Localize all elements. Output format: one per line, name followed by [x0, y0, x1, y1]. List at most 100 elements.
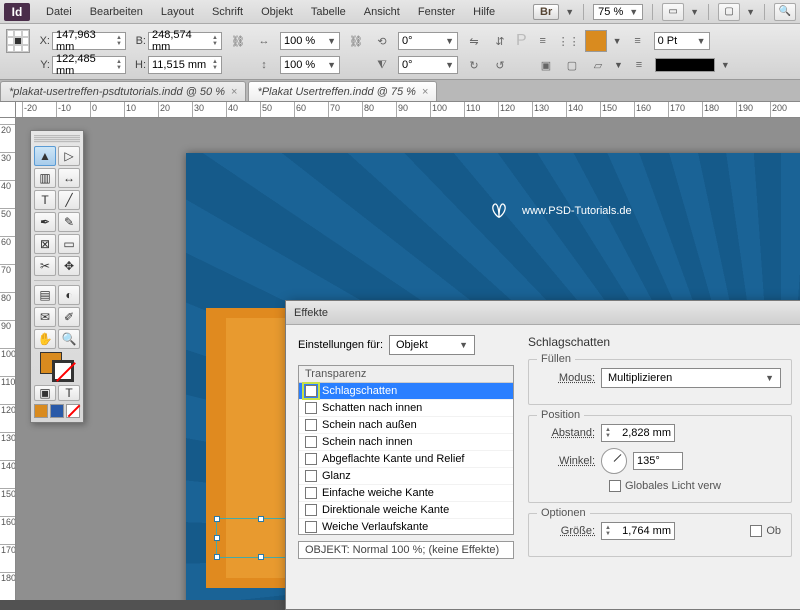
global-light-checkbox[interactable]: Globales Licht verw — [609, 480, 781, 492]
effect-weiche-verlaufskante[interactable]: Weiche Verlaufskante — [299, 519, 513, 535]
formatting-text-icon[interactable]: T — [58, 385, 80, 401]
checkbox[interactable] — [609, 480, 621, 492]
formatting-container-icon[interactable]: ▣ — [34, 385, 56, 401]
scale-x-input[interactable]: 100 %▼ — [280, 32, 340, 50]
effect-einfache-weiche-kante[interactable]: Einfache weiche Kante — [299, 485, 513, 502]
document-tab[interactable]: *plakat-usertreffen-psdtutorials.indd @ … — [0, 81, 246, 101]
close-icon[interactable]: × — [231, 86, 237, 98]
effect-glanz[interactable]: Glanz — [299, 468, 513, 485]
chevron-down-icon[interactable]: ▼ — [614, 60, 623, 70]
checkbox[interactable] — [750, 525, 762, 537]
rotate-input[interactable]: 0°▼ — [398, 32, 458, 50]
no-stroke-icon[interactable]: ▱ — [588, 56, 608, 74]
effect-schlagschatten[interactable]: Schlagschatten — [299, 383, 513, 400]
select-container-icon[interactable]: ▣ — [536, 56, 556, 74]
effects-list[interactable]: Transparenz Schlagschatten Schatten nach… — [298, 365, 514, 535]
app-logo[interactable]: Id — [4, 3, 30, 21]
stroke-color[interactable] — [52, 360, 74, 382]
effect-schatten-nach-innen[interactable]: Schatten nach innen — [299, 400, 513, 417]
rotate-ccw-icon[interactable]: ↺ — [490, 56, 510, 74]
effect-schein-nach-innen[interactable]: Schein nach innen — [299, 434, 513, 451]
direct-selection-tool[interactable]: ▷ — [58, 146, 80, 166]
w-input[interactable]: 248,574 mm▲▼ — [148, 32, 222, 50]
scissors-tool[interactable]: ✂ — [34, 256, 56, 276]
checkbox[interactable] — [305, 385, 317, 397]
chevron-down-icon[interactable]: ▼ — [721, 60, 730, 70]
search-icon[interactable]: 🔍 — [774, 3, 796, 21]
checkbox[interactable] — [305, 521, 317, 533]
view-mode-icon[interactable]: ▭ — [662, 3, 684, 21]
bridge-button[interactable]: Br — [533, 4, 559, 20]
page-tool[interactable]: ▥ — [34, 168, 56, 188]
checkbox[interactable] — [305, 504, 317, 516]
menu-hilfe[interactable]: Hilfe — [465, 3, 503, 21]
apply-gradient[interactable] — [50, 404, 64, 418]
link-icon[interactable]: ⛓ — [346, 32, 366, 50]
handle[interactable] — [258, 554, 264, 560]
distance-input[interactable]: ▲▼2,828 mm — [601, 424, 675, 442]
y-input[interactable]: 122,485 mm▲▼ — [52, 56, 126, 74]
stroke-weight-input[interactable]: 0 Pt▼ — [654, 32, 710, 50]
spinner-icon[interactable]: ▲▼ — [116, 35, 122, 47]
flip-h-icon[interactable]: ⇋ — [464, 32, 484, 50]
document-tab[interactable]: *Plakat Usertreffen.indd @ 75 %× — [248, 81, 437, 101]
handle[interactable] — [214, 535, 220, 541]
fill-stroke-proxy[interactable] — [40, 352, 74, 382]
gap-tool[interactable]: ↔ — [58, 168, 80, 188]
distribute-icon[interactable]: ⋮⋮ — [559, 32, 579, 50]
zoom-select[interactable]: 75 %▼ — [593, 4, 643, 20]
fill-swatch[interactable] — [585, 30, 607, 52]
rectangle-frame-tool[interactable]: ⊠ — [34, 234, 56, 254]
menu-schrift[interactable]: Schrift — [204, 3, 251, 21]
menu-objekt[interactable]: Objekt — [253, 3, 301, 21]
chevron-down-icon[interactable]: ▼ — [746, 7, 755, 17]
reference-point[interactable] — [6, 29, 30, 53]
gradient-feather-tool[interactable]: ◐ — [58, 285, 80, 305]
object-knockout-checkbox[interactable]: Ob — [750, 525, 781, 537]
align-icon[interactable]: ≡ — [533, 32, 553, 50]
checkbox[interactable] — [305, 487, 317, 499]
menu-ansicht[interactable]: Ansicht — [356, 3, 408, 21]
line-tool[interactable]: ╱ — [58, 190, 80, 210]
handle[interactable] — [214, 554, 220, 560]
effect-abgeflachte-kante[interactable]: Abgeflachte Kante und Relief — [299, 451, 513, 468]
note-tool[interactable]: ✉ — [34, 307, 56, 327]
size-input[interactable]: ▲▼1,764 mm — [601, 522, 675, 540]
handle[interactable] — [214, 516, 220, 522]
shear-input[interactable]: 0°▼ — [398, 56, 458, 74]
rotate-cw-icon[interactable]: ↻ — [464, 56, 484, 74]
spinner-icon[interactable]: ▲▼ — [605, 427, 611, 439]
stroke-style-select[interactable] — [655, 58, 715, 72]
settings-target-select[interactable]: Objekt▼ — [389, 335, 475, 355]
mode-select[interactable]: Multiplizieren▼ — [601, 368, 781, 388]
angle-dial[interactable] — [601, 448, 627, 474]
dialog-titlebar[interactable]: Effekte — [286, 301, 800, 325]
screen-mode-icon[interactable]: ▢ — [718, 3, 740, 21]
eyedropper-tool[interactable]: ✐ — [58, 307, 80, 327]
hand-tool[interactable]: ✋ — [34, 329, 56, 349]
handle[interactable] — [258, 516, 264, 522]
menu-fenster[interactable]: Fenster — [410, 3, 463, 21]
effect-direktionale-weiche-kante[interactable]: Direktionale weiche Kante — [299, 502, 513, 519]
chevron-down-icon[interactable]: ▼ — [690, 7, 699, 17]
checkbox[interactable] — [305, 453, 317, 465]
spinner-icon[interactable]: ▲▼ — [212, 35, 218, 47]
effect-schein-nach-aussen[interactable]: Schein nach außen — [299, 417, 513, 434]
toolbox[interactable]: ▲ ▷ ▥ ↔ T ╱ ✒ ✎ ⊠ ▭ ✂ ✥ ▤ ◐ ✉ ✐ ✋ 🔍 ▣ T — [30, 130, 84, 423]
flip-v-icon[interactable]: ⇵ — [490, 32, 510, 50]
selection-tool[interactable]: ▲ — [34, 146, 56, 166]
checkbox[interactable] — [305, 470, 317, 482]
x-input[interactable]: 147,963 mm▲▼ — [52, 32, 126, 50]
h-input[interactable]: 11,515 mm▲▼ — [148, 56, 222, 74]
checkbox[interactable] — [305, 402, 317, 414]
angle-input[interactable]: 135° — [633, 452, 683, 470]
scale-y-input[interactable]: 100 %▼ — [280, 56, 340, 74]
ruler-vertical[interactable]: 2030405060708090100110120130140150160170… — [0, 118, 16, 600]
spinner-icon[interactable]: ▲▼ — [116, 59, 122, 71]
free-transform-tool[interactable]: ✥ — [58, 256, 80, 276]
spinner-icon[interactable]: ▲▼ — [212, 59, 218, 71]
gradient-swatch-tool[interactable]: ▤ — [34, 285, 56, 305]
apply-none[interactable] — [66, 404, 80, 418]
pencil-tool[interactable]: ✎ — [58, 212, 80, 232]
menu-datei[interactable]: Datei — [38, 3, 80, 21]
